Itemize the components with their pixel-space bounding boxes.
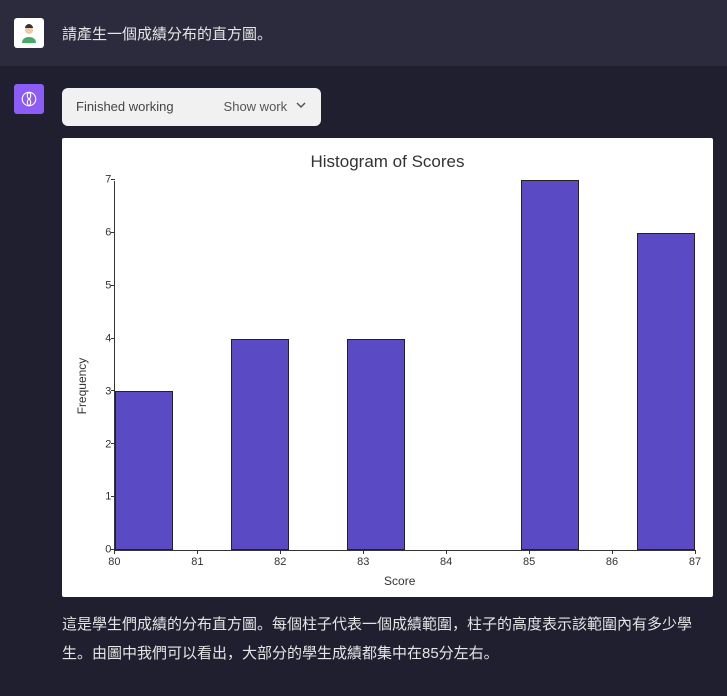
x-tick: 81 — [191, 553, 203, 572]
y-tick: 5 — [91, 276, 111, 295]
x-tick: 82 — [274, 553, 286, 572]
x-tick: 84 — [440, 553, 452, 572]
histogram-bar — [115, 391, 173, 550]
y-tick: 6 — [91, 224, 111, 243]
work-status-pill[interactable]: Finished working Show work — [62, 88, 321, 126]
y-tick: 2 — [91, 435, 111, 454]
plot-area: 01234567 — [114, 181, 695, 551]
x-axis-label: Score — [94, 571, 705, 591]
y-tick: 7 — [91, 171, 111, 190]
assistant-message: Finished working Show work Histogram of … — [0, 66, 727, 696]
y-tick: 1 — [91, 488, 111, 507]
histogram-bar — [637, 233, 695, 550]
x-tick: 83 — [357, 553, 369, 572]
y-tick: 3 — [91, 382, 111, 401]
work-status-text: Finished working — [76, 96, 174, 118]
chart-title: Histogram of Scores — [70, 148, 705, 177]
user-avatar — [14, 18, 44, 48]
histogram-bar — [347, 339, 405, 550]
show-work-toggle: Show work — [224, 96, 288, 118]
histogram-bar — [521, 180, 579, 550]
user-message: 請產生一個成績分布的直方圖。 — [0, 0, 727, 66]
x-tick: 85 — [523, 553, 535, 572]
x-tick: 87 — [689, 553, 701, 572]
assistant-caption: 這是學生們成績的分布直方圖。每個柱子代表一個成績範圍，柱子的高度表示該範圍內有多… — [62, 611, 713, 668]
chevron-down-icon — [295, 96, 307, 118]
x-tick: 80 — [108, 553, 120, 572]
histogram-chart: Histogram of Scores Frequency 01234567 8… — [62, 138, 713, 597]
x-tick: 86 — [606, 553, 618, 572]
user-prompt: 請產生一個成績分布的直方圖。 — [62, 18, 713, 48]
y-tick: 4 — [91, 329, 111, 348]
x-tick-row: 8081828384858687 — [114, 551, 695, 569]
histogram-bar — [231, 339, 289, 550]
assistant-avatar — [14, 84, 44, 114]
